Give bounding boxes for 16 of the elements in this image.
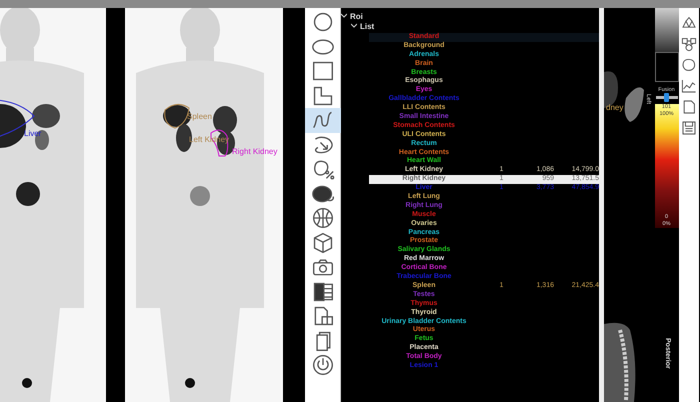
fusion-slider[interactable] [656, 96, 678, 99]
voi-tool-icon [310, 182, 336, 205]
roi-label: dney [606, 103, 624, 112]
save-tool-icon [680, 120, 698, 136]
tree-node[interactable]: Roi [350, 12, 363, 20]
chevron-down-icon[interactable] [341, 13, 347, 19]
roi-label: Right Kidney [232, 147, 278, 156]
nodes-tool-icon [680, 36, 698, 52]
grayscale-preview [654, 8, 678, 52]
shapes-tool-icon [680, 14, 698, 30]
blob-tool-icon [680, 56, 698, 72]
chart-tool-icon [680, 78, 698, 94]
freehand-tool-button[interactable] [304, 108, 340, 132]
chevron-down-icon[interactable] [351, 23, 357, 29]
tree-node[interactable]: List [360, 22, 374, 30]
slider-thumb[interactable] [664, 93, 669, 102]
